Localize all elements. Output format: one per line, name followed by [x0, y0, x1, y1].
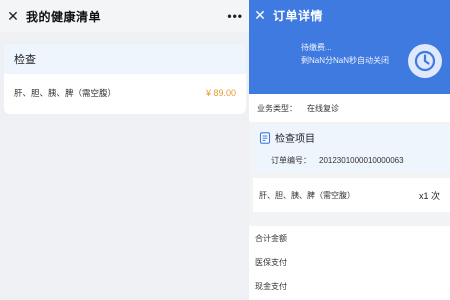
total-amount-label: 合计金额	[255, 233, 287, 243]
payment-status: 待缴费...	[301, 43, 332, 52]
auto-close-countdown: 剩NaN分NaN秒自动关闭	[301, 56, 390, 65]
order-number-row: 订单编号： 2012301000010000063	[271, 155, 404, 166]
order-item-row: 肝、胆、胰、脾（需空腹） x1 次	[253, 178, 450, 212]
exam-card-header: 检查	[4, 44, 246, 74]
exam-item-name: 肝、胆、胰、脾（需空腹）	[14, 88, 117, 98]
left-title-bar: ✕ 我的健康清单 •••	[0, 0, 249, 32]
more-icon[interactable]: •••	[227, 9, 243, 23]
page-title: 我的健康清单	[26, 9, 102, 24]
exam-card[interactable]: 检查 肝、胆、胰、脾（需空腹） ¥ 89.00	[4, 44, 246, 114]
payment-status-banner: 待缴费... 剩NaN分NaN秒自动关闭	[249, 30, 450, 94]
order-item-name: 肝、胆、胰、脾（需空腹）	[259, 190, 355, 200]
page-title: 订单详情	[273, 8, 324, 23]
clock-icon	[408, 44, 442, 78]
close-icon[interactable]: ✕	[253, 7, 267, 24]
cash-payment-label: 现金支付	[255, 281, 287, 291]
exam-items-section: 检查项目 订单编号： 2012301000010000063	[253, 124, 450, 172]
business-type-row: 业务类型： 在线复诊	[249, 94, 450, 122]
order-number-value: 2012301000010000063	[319, 156, 404, 165]
right-title-bar: ✕ 订单详情	[249, 0, 450, 30]
business-type-label: 业务类型：	[257, 103, 297, 113]
exam-item-price: ¥ 89.00	[205, 88, 236, 98]
health-list-panel: ✕ 我的健康清单 ••• 检查 肝、胆、胰、脾（需空腹） ¥ 89.00	[0, 0, 249, 300]
order-item-quantity: x1 次	[418, 190, 440, 201]
section-divider	[249, 212, 450, 226]
insurance-payment-label: 医保支付	[255, 257, 287, 267]
close-icon[interactable]: ✕	[6, 8, 20, 25]
document-icon	[259, 131, 271, 144]
exam-items-title: 检查项目	[275, 134, 315, 145]
order-number-label: 订单编号：	[271, 156, 311, 165]
payment-summary: 合计金额 医保支付 现金支付	[249, 226, 450, 300]
exam-item-row[interactable]: 肝、胆、胰、脾（需空腹） ¥ 89.00	[4, 74, 246, 112]
order-detail-panel: ✕ 订单详情 待缴费... 剩NaN分NaN秒自动关闭 业务类型： 在线复诊 检…	[249, 0, 450, 300]
business-type-value: 在线复诊	[307, 103, 339, 113]
